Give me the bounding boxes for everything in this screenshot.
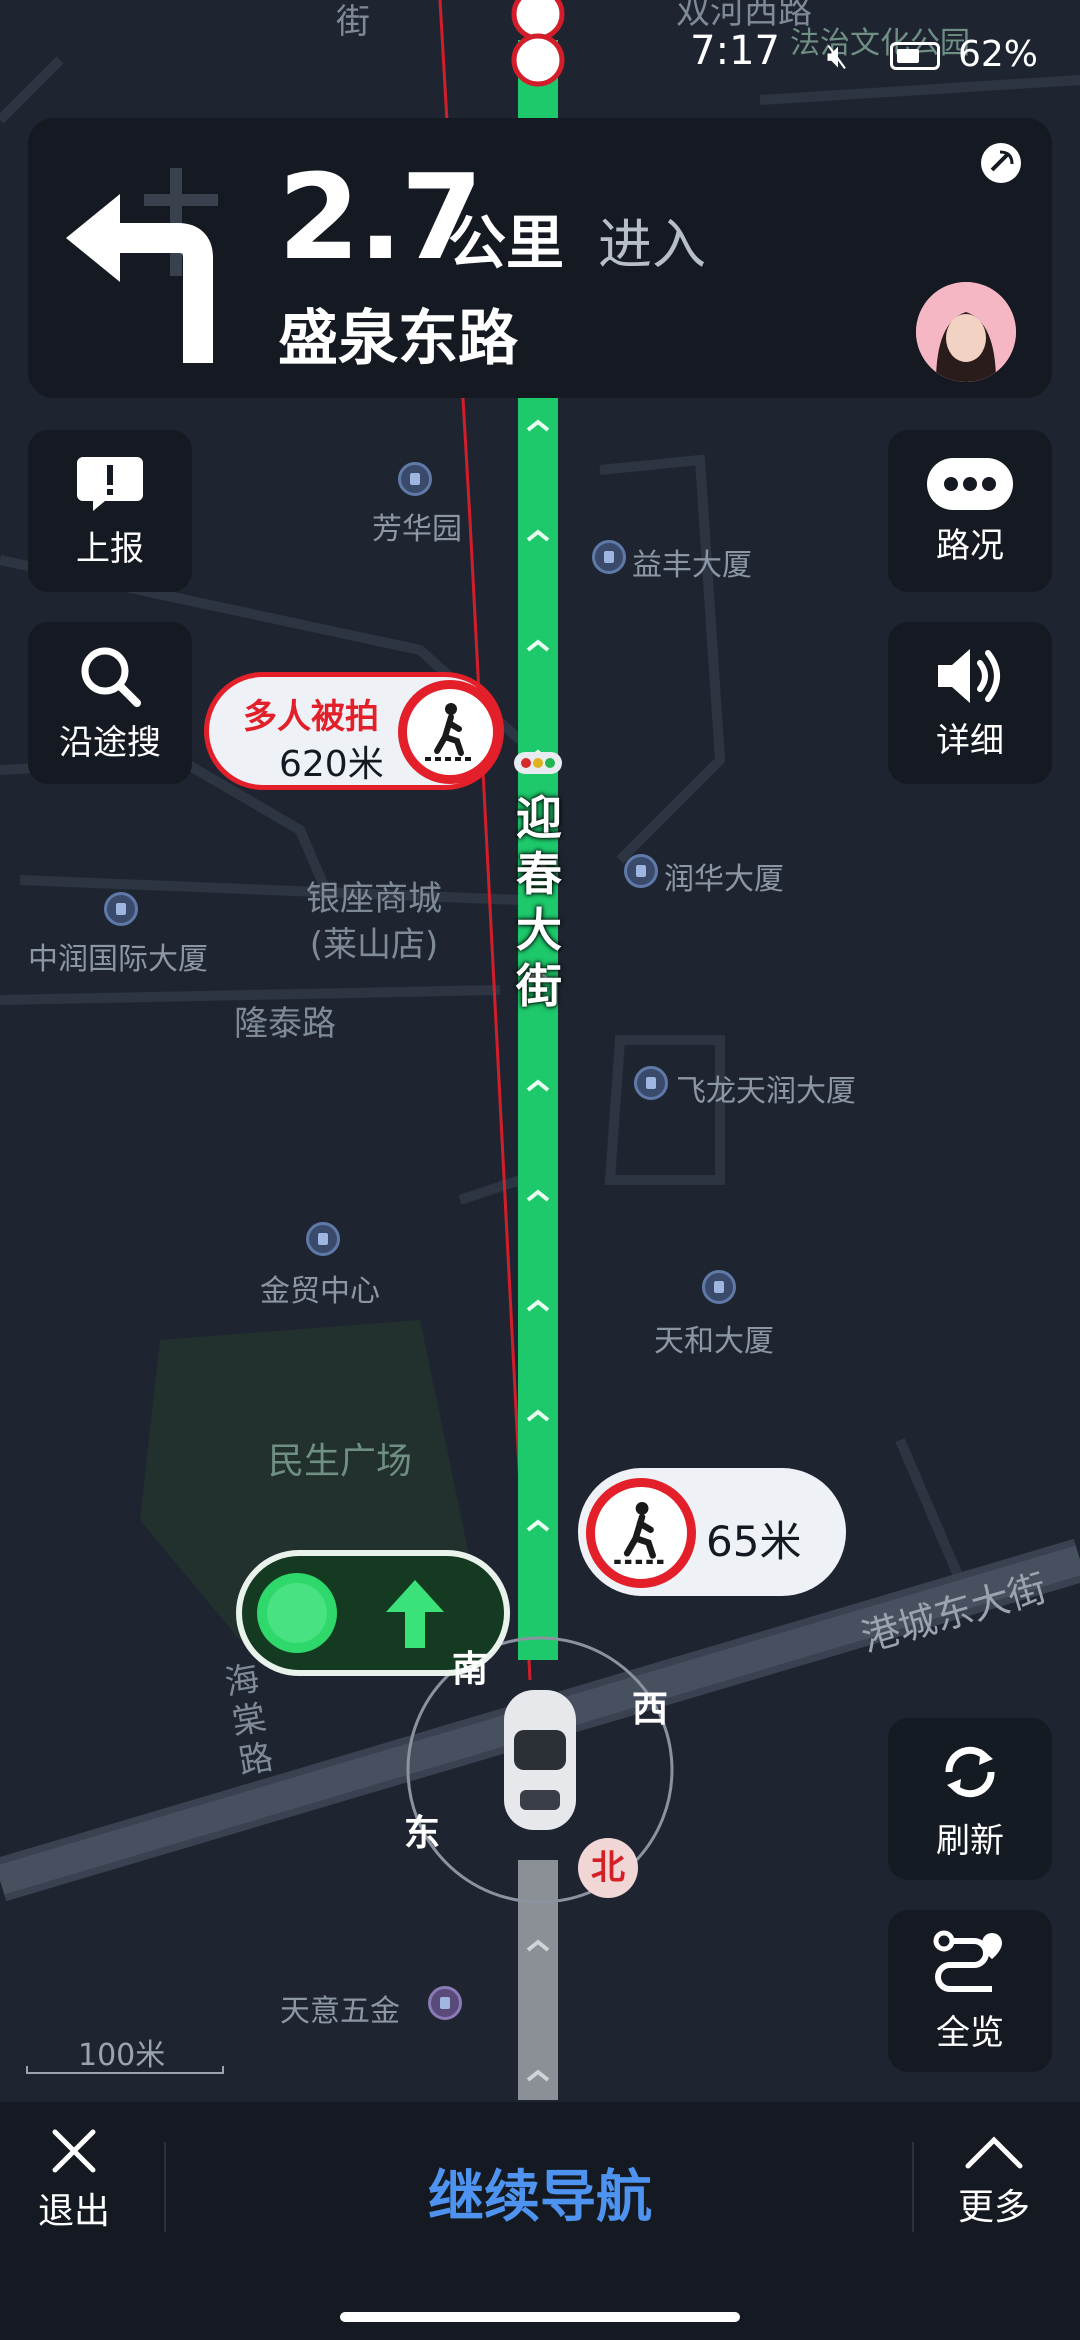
home-indicator[interactable] bbox=[340, 2312, 740, 2322]
more-dots-icon bbox=[927, 457, 1013, 510]
refresh-label: 刷新 bbox=[936, 1820, 1004, 1861]
scale-bar bbox=[26, 2066, 224, 2074]
poi-feilong[interactable]: 飞龙天润大厦 bbox=[676, 1066, 856, 1110]
poi-tianyi[interactable]: 天意五金 bbox=[280, 1986, 400, 2030]
crosswalk-small-icon bbox=[511, 33, 565, 87]
search-icon bbox=[81, 647, 141, 707]
poi-icon-tianyi bbox=[428, 1986, 462, 2020]
poi-runhua[interactable]: 润华大厦 bbox=[664, 854, 784, 898]
poi-yifeng[interactable]: 益丰大厦 bbox=[632, 540, 752, 584]
straight-arrow-icon bbox=[386, 1580, 444, 1648]
car-icon bbox=[504, 1690, 576, 1830]
bottom-bar: 退出 继续导航 更多 bbox=[0, 2102, 1080, 2340]
chevron-up-icon bbox=[965, 2136, 1023, 2169]
poi-jinmao[interactable]: 金贸中心 bbox=[260, 1266, 380, 1310]
passed-route bbox=[518, 1860, 558, 2100]
overview-button[interactable]: 全览 bbox=[888, 1910, 1052, 2072]
refresh-button[interactable]: 刷新 bbox=[888, 1718, 1052, 1880]
poi-icon-yifeng bbox=[592, 540, 626, 574]
report-button[interactable]: 上报 bbox=[28, 430, 192, 592]
poi-icon-tianhe bbox=[702, 1270, 736, 1304]
continue-navigation-button[interactable]: 继续导航 bbox=[0, 2152, 1080, 2233]
along-search-label: 沿途搜 bbox=[59, 722, 161, 763]
poi-icon-runhua bbox=[624, 854, 658, 888]
battery-percent: 62% bbox=[957, 34, 1038, 75]
compass-south: 南 bbox=[452, 1649, 489, 1690]
compass-north[interactable]: 北 bbox=[578, 1838, 638, 1898]
divider-right bbox=[912, 2142, 914, 2232]
speaker-icon bbox=[938, 648, 1000, 703]
avatar-portrait-icon bbox=[916, 282, 1016, 382]
crosswalk-alert-distance: 65米 bbox=[706, 1517, 802, 1566]
pedestrian-crossing-icon bbox=[398, 680, 502, 784]
detail-button[interactable]: 详细 bbox=[888, 622, 1052, 784]
mute-icon: 🔇︎ bbox=[826, 36, 848, 76]
next-road-name: 盛泉东路 bbox=[278, 304, 518, 374]
poi-icon-zhongrun bbox=[104, 892, 138, 926]
poi-icon-feilong bbox=[634, 1066, 668, 1100]
park-label-top: 法治文化公园 bbox=[790, 26, 970, 61]
poi-icon-jinmao bbox=[306, 1222, 340, 1256]
traffic-label: 路况 bbox=[936, 525, 1004, 566]
camera-alert-distance: 620米 bbox=[279, 744, 384, 785]
crosswalk-sign-icon bbox=[586, 1478, 696, 1588]
poi-zhongrun[interactable]: 中润国际大厦 bbox=[28, 934, 208, 978]
signal-icon bbox=[981, 143, 1021, 183]
current-road-label: 迎春大街 bbox=[516, 791, 562, 1013]
detail-label: 详细 bbox=[936, 720, 1004, 761]
route-line bbox=[518, 380, 558, 1660]
overview-label: 全览 bbox=[936, 2012, 1004, 2053]
compass-west: 西 bbox=[632, 1689, 669, 1730]
traffic-button[interactable]: 路况 bbox=[888, 430, 1052, 592]
poi-tianhe[interactable]: 天和大厦 bbox=[654, 1316, 774, 1360]
road-longtai: 隆泰路 bbox=[234, 1004, 336, 1044]
refresh-icon bbox=[945, 1746, 995, 1797]
along-search-button[interactable]: 沿途搜 bbox=[28, 622, 192, 784]
report-icon bbox=[77, 456, 143, 511]
action-text: 进入 bbox=[598, 213, 706, 276]
green-light-icon bbox=[257, 1573, 337, 1653]
turn-left-arrow-icon bbox=[66, 168, 218, 363]
battery-icon bbox=[890, 42, 940, 70]
report-label: 上报 bbox=[76, 528, 144, 569]
mall-label[interactable]: 银座商城(莱山店) bbox=[284, 876, 464, 968]
more-label: 更多 bbox=[958, 2187, 1031, 2228]
status-time: 7:17 bbox=[690, 28, 780, 74]
route-overview-icon bbox=[933, 1930, 1002, 1992]
camera-alert-title: 多人被拍 bbox=[243, 697, 379, 737]
poi-fanghuayuan[interactable]: 芳华园 bbox=[372, 504, 462, 548]
area-minsheng: 民生广场 bbox=[268, 1441, 413, 1482]
top-left-road-label: 街 bbox=[336, 2, 370, 42]
poi-icon-fanghuayuan bbox=[398, 462, 432, 496]
guidance-card[interactable]: 2.7 公里 进入 盛泉东路 bbox=[28, 118, 1052, 398]
voice-avatar[interactable] bbox=[916, 282, 1016, 382]
distance-unit: 公里 bbox=[448, 209, 565, 277]
compass-east: 东 bbox=[404, 1813, 441, 1854]
more-button[interactable]: 更多 bbox=[958, 2132, 1030, 2230]
